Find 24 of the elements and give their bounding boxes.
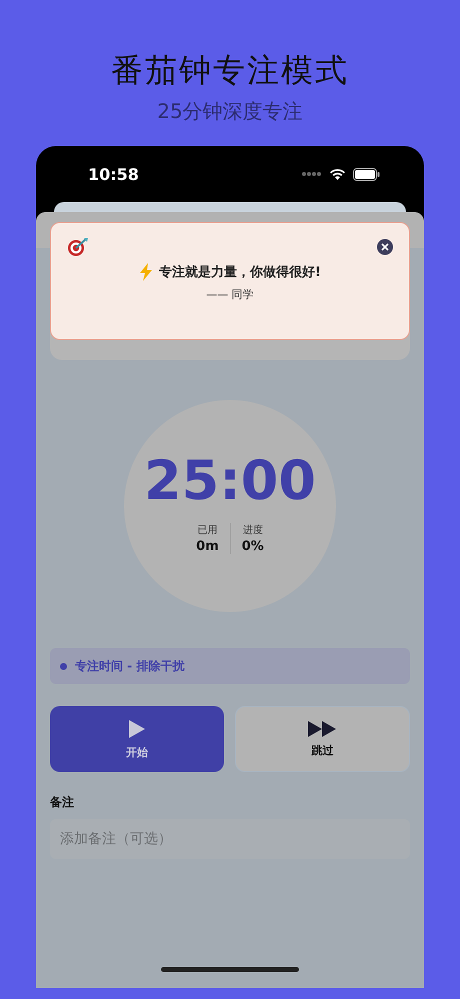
note-field[interactable]: 添加备注（可选） [50, 819, 410, 859]
start-button[interactable]: 开始 [50, 706, 224, 772]
target-dart-icon [67, 237, 89, 257]
lightning-icon [139, 263, 154, 281]
signal-icon [302, 171, 322, 177]
phase-label: 专注时间 - 排除干扰 [75, 658, 184, 674]
fast-forward-icon [308, 720, 336, 736]
toast-message: 专注就是力量，你做得很好! [159, 264, 321, 281]
close-icon [381, 243, 389, 251]
play-icon [128, 718, 146, 738]
stat-value: 0% [242, 538, 264, 554]
toast-signature: —— 同学 [206, 287, 254, 302]
note-label: 备注 [50, 794, 75, 811]
close-button[interactable] [377, 239, 393, 255]
stat-label: 进度 [242, 524, 263, 536]
timer-display: 25:00 [144, 450, 316, 510]
status-time: 10:58 [88, 164, 139, 184]
headline: 番茄钟专注模式 [111, 50, 349, 90]
subtitle: 25分钟深度专注 [157, 98, 303, 124]
skip-button[interactable]: 跳过 [234, 706, 410, 772]
wifi-icon [329, 168, 346, 180]
stat-value: 0m [196, 538, 219, 554]
battery-icon [353, 168, 380, 180]
stat-label: 已用 [197, 524, 218, 536]
